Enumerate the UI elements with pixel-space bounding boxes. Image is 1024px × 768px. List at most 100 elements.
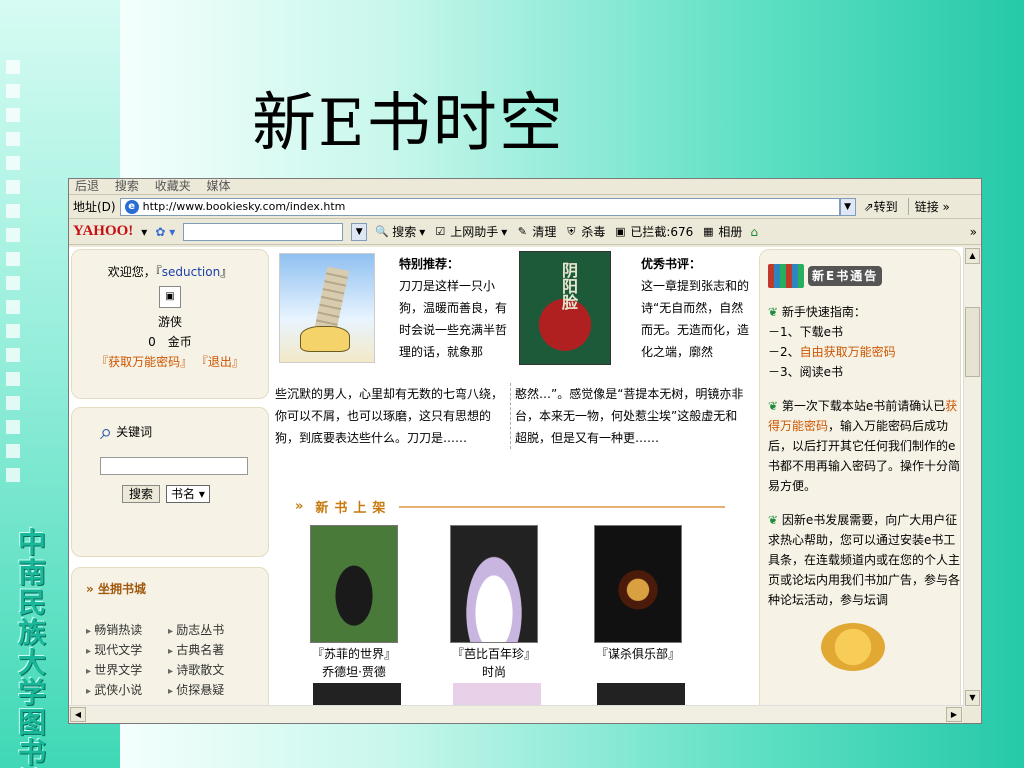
album-button[interactable]: ▦ 相册 [701,223,742,240]
book-cover[interactable] [310,525,398,643]
magnifier-go-icon: ⌕ [100,420,113,445]
guide-step: －2、自由获取万能密码 [768,345,896,359]
standard-toolbar: 后退 搜索 收藏夹 媒体 [69,179,981,195]
broom-icon: ✎ [517,224,527,238]
user-panel: 欢迎您，『seduction』 ▣ 游侠 0 金币 『获取万能密码』 『退出』 [71,249,269,399]
book-cover[interactable] [594,525,682,643]
keyword-label: 关键词 [116,425,153,439]
new-book-item[interactable]: 『芭比百年珍』 时尚 [449,525,539,681]
yahoo-logo[interactable]: YAHOO! [73,223,133,240]
media-button[interactable]: 媒体 [207,180,231,192]
quick-guide-title: 新手快速指南： [781,305,866,319]
toolbar-overflow-chevron[interactable]: » [970,225,977,239]
quick-guide: ❦ 新手快速指南： －1、下载e书 －2、自由获取万能密码 －3、阅读e书 [768,302,960,382]
clean-button[interactable]: ✎ 清理 [515,223,557,240]
tip-icon: ❦ [768,513,779,527]
url-text: http://www.bookiesky.com/index.htm [142,200,346,213]
review-book-cover-title: 阴阳脸 [559,262,578,310]
flower-icon[interactable]: ✿ ▾ [155,225,175,239]
scroll-up-icon[interactable]: ▲ [965,248,980,264]
keyword-input[interactable] [100,457,248,475]
book-review-cont: 憨然…”。感觉像是“菩提本无树，明镜亦非台，本来无一物，何处惹尘埃”这般虚无和超… [515,387,744,445]
search-toolbar-button[interactable]: 搜索 [115,180,139,192]
new-book-item[interactable]: 『谋杀俱乐部』 [593,525,683,663]
browser-window: 后退 搜索 收藏夹 媒体 地址(D) e http://www.bookiesk… [68,178,982,724]
lion-mascot-icon[interactable] [821,623,885,671]
coin-count: 0 金币 [148,335,192,349]
yahoo-menu-chevron-icon[interactable]: ▾ [141,225,147,239]
antivirus-button[interactable]: ⛨ 杀毒 [564,223,605,240]
category-item[interactable]: 侦探悬疑 [168,681,250,698]
back-button[interactable]: 后退 [75,180,99,192]
notice-title: 新E书通告 [768,264,960,288]
notice-paragraph: ❦ 第一次下载本站e书前请确认已获得万能密码，输入万能密码后成功后，以后打开其它… [768,399,961,493]
favorites-button[interactable]: 收藏夹 [155,180,191,192]
category-list: 畅销热读 励志丛书 现代文学 古典名著 世界文学 诗歌散文 武侠小说 侦探悬疑 [86,621,268,698]
go-button[interactable]: ⇗转到 [864,198,898,215]
notice-paragraph: ❦ 因新e书发展需要，向广大用户征求热心帮助，您可以通过安装e书工具条，在连载频… [768,513,961,607]
book-title[interactable]: 『谋杀俱乐部』 [593,645,683,663]
popup-blocked-button[interactable]: ▣ 已拦截:676 [613,223,693,240]
yahoo-toolbar: YAHOO! ▾ ✿ ▾ ▼ 🔍 搜索 ▾ ☑ 上网助手 ▾ ✎ 清理 ⛨ 杀毒 ▣ 已拦… [69,219,981,245]
category-item[interactable]: 励志丛书 [168,621,250,638]
tip-icon: ❦ [768,305,779,319]
main-column: 特别推荐： 刀刀是这样一只小狗，温暖而善良，有时会说一些充满半哲理的话，就象那 … [275,247,750,707]
guide-step: －1、下载e书 [768,325,844,339]
decorative-squares [6,60,34,492]
category-item[interactable]: 诗歌散文 [168,661,250,678]
category-item[interactable]: 现代文学 [86,641,168,658]
new-book-item[interactable]: 『苏菲的世界』 乔德坦·贾德 [309,525,399,681]
featured-book-cover-dog[interactable] [279,253,375,363]
keyword-search-panel: ⌕ 关键词 搜索 书名 ▾ [71,407,269,557]
user-role: 游侠 [157,315,182,329]
address-dropdown-icon[interactable]: ▼ [839,197,856,216]
category-item[interactable]: 畅销热读 [86,621,168,638]
free-password-link[interactable]: 自由获取万能密码 [800,345,896,359]
home-icon[interactable]: ⌂ [750,225,758,239]
logout-link[interactable]: 『退出』 [196,355,244,369]
helper-button[interactable]: ☑ 上网助手 ▾ [433,223,507,240]
vertical-scrollbar[interactable]: ▲ ▼ [963,247,981,707]
avatar: ▣ [159,286,181,308]
slide-title: 新E书时空 [252,87,565,161]
username-link[interactable]: seduction [162,265,220,279]
review-book-cover[interactable]: 阴阳脸 [519,251,611,365]
book-title[interactable]: 『苏菲的世界』 [309,645,399,663]
scroll-thumb[interactable] [965,307,980,377]
address-bar: 地址(D) e http://www.bookiesky.com/index.h… [69,195,981,219]
yahoo-search-button[interactable]: 🔍 搜索 ▾ [375,223,425,240]
new-books-heading: » 新书上架 [295,497,725,516]
guide-step: －3、阅读e书 [768,365,844,379]
book-cover[interactable] [313,683,401,707]
address-input[interactable]: e http://www.bookiesky.com/index.htm [119,197,840,216]
category-item[interactable]: 武侠小说 [86,681,168,698]
category-item[interactable]: 世界文学 [86,661,168,678]
scroll-down-icon[interactable]: ▼ [965,690,980,706]
keyword-search-button[interactable]: 搜索 [122,485,161,503]
book-city-title: » 坐拥书城 [86,582,146,596]
left-column: 欢迎您，『seduction』 ▣ 游侠 0 金币 『获取万能密码』 『退出』 … [69,247,269,707]
welcome-line: 欢迎您，『seduction』 [107,265,233,279]
book-review-text: 这一章提到张志和的诗“无自而然，自然而无。无造而化，造化之端，廓然 [641,279,750,359]
books-icon [768,264,804,288]
horizontal-scrollbar[interactable]: ◀ ▶ [69,705,963,723]
search-field-select[interactable]: 书名 ▾ [166,485,210,503]
book-cover[interactable] [597,683,685,707]
get-password-link[interactable]: 『获取万能密码』 [96,355,192,369]
yahoo-search-dropdown-icon[interactable]: ▼ [351,222,368,241]
book-cover[interactable] [450,525,538,643]
checkbox-icon: ☑ [435,224,446,238]
magnifier-icon: 🔍 [375,224,390,238]
shield-icon: ⛨ [567,224,576,238]
links-button[interactable]: 链接 » [907,198,950,215]
book-title[interactable]: 『芭比百年珍』 [449,645,539,663]
yahoo-search-input[interactable] [183,222,344,241]
special-recommendation: 特别推荐： 刀刀是这样一只小狗，温暖而善良，有时会说一些充满半哲理的话，就象那 [399,253,509,363]
category-item[interactable]: 古典名著 [168,641,250,658]
ie-page-icon: e [124,199,139,214]
book-cover[interactable] [453,683,541,707]
special-recommendation-title: 特别推荐： [399,257,460,271]
scroll-left-icon[interactable]: ◀ [70,707,86,722]
scroll-right-icon[interactable]: ▶ [946,707,962,722]
tip-icon: ❦ [768,399,779,413]
